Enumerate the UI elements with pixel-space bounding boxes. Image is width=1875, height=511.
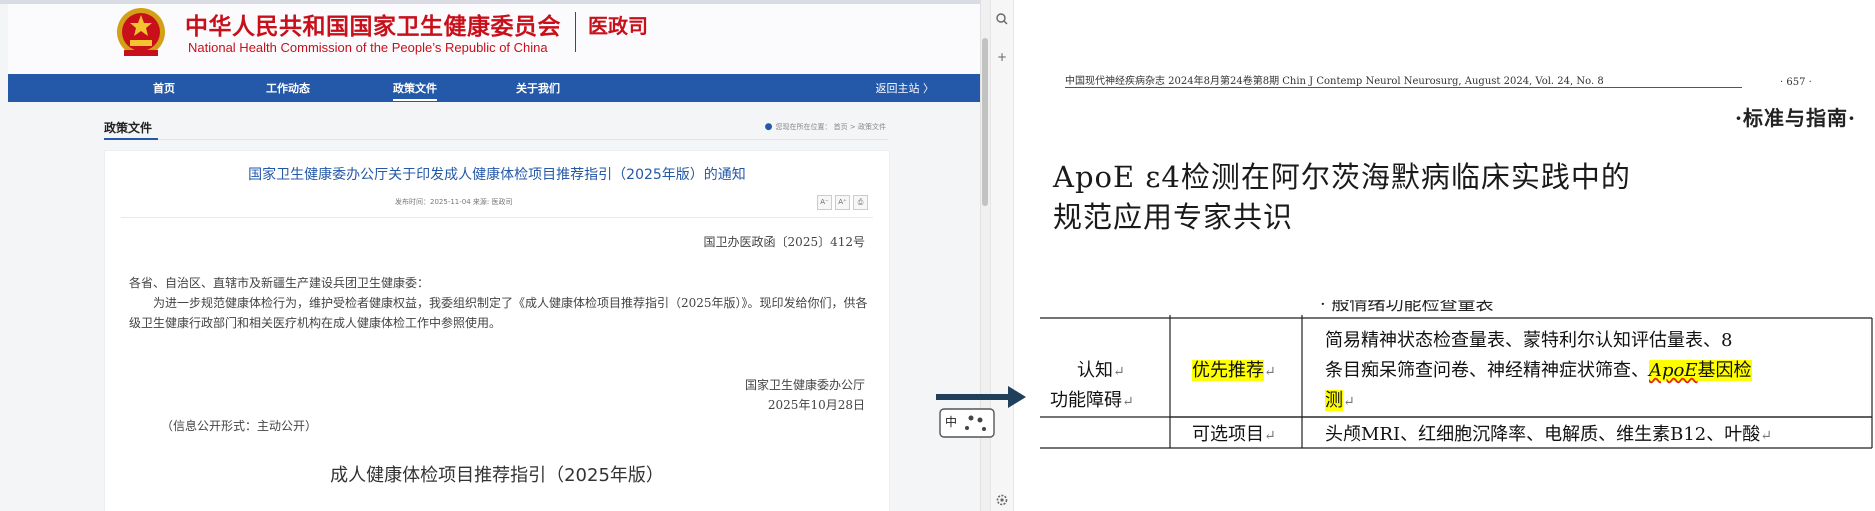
right-arrow-icon (936, 386, 1026, 408)
guide-title: 成人健康体检项目推荐指引（2025年版） (330, 465, 664, 486)
article-meta: 发布时间：2025-11-04 来源: 医政司 (395, 198, 513, 206)
document-title-line-2: 规范应用专家共识 (1053, 200, 1294, 234)
salutation: 各省、自治区、直辖市及新疆生产建设兵团卫生健康委： (129, 276, 430, 290)
signer-organization: 国家卫生健康委办公厅 (744, 378, 865, 392)
recommended-items-line-1: 简易精神状态检查量表、蒙特利尔认知评估量表、8 (1325, 330, 1733, 351)
document-category: ·标准与指南· (1735, 106, 1856, 130)
browser-page: 中华人民共和国国家卫生健康委员会 National Health Commiss… (0, 0, 990, 511)
scrollbar-thumb[interactable] (982, 38, 988, 206)
print-button[interactable]: ⎙ (853, 195, 868, 210)
document-title-line-1: ApoE ε4检测在阿尔茨海默病临床实践中的 (1053, 160, 1631, 194)
breadcrumb-text[interactable]: 您现在所在位置： 首页 > 政策文件 (775, 123, 886, 131)
optional-items: 头颅MRI、红细胞沉降率、电解质、维生素B12、叶酸↵ (1325, 424, 1772, 445)
main-nav: 首页 工作动态 政策文件 关于我们 返回主站 〉 (8, 74, 980, 102)
row-category-line-1: 认知↵ (1077, 360, 1125, 381)
nav-item-home[interactable]: 首页 (153, 80, 175, 96)
section-rule (104, 139, 888, 140)
ime-label: 中 (945, 414, 957, 429)
return-main-site-link[interactable]: 返回主站 〉 (876, 80, 935, 96)
gear-icon[interactable] (991, 493, 1013, 507)
site-name-cn: 中华人民共和国国家卫生健康委员会 (185, 13, 561, 40)
journal-running-header: 中国现代神经疾病杂志 2024年8月第24卷第8期 Chin J Contemp… (1065, 76, 1604, 87)
national-emblem-icon (117, 8, 165, 56)
disclosure-note: （信息公开形式：主动公开） (161, 419, 318, 433)
font-increase-button[interactable]: A⁺ (835, 195, 850, 210)
department-name: 医政司 (588, 14, 648, 38)
header-divider (575, 12, 576, 52)
section-underline (104, 138, 158, 140)
nav-item-policy[interactable]: 政策文件 (393, 80, 437, 101)
header-rule (1065, 87, 1742, 88)
article-title: 国家卫生健康委办公厅关于印发成人健康体检项目推荐指引（2025年版）的通知 (248, 167, 746, 183)
journal-document: 中国现代神经疾病杂志 2024年8月第24卷第8期 Chin J Contemp… (1040, 0, 1875, 511)
search-icon[interactable] (991, 12, 1013, 26)
recommended-items-line-3: 测↵ (1325, 390, 1355, 411)
meta-divider (121, 217, 873, 218)
page-number: · 657 · (1780, 77, 1812, 88)
site-name-en: National Health Commission of the People… (188, 40, 548, 55)
nav-item-work-news[interactable]: 工作动态 (266, 80, 310, 96)
recommended-label: 优先推荐↵ (1192, 360, 1276, 381)
recommended-items-line-2: 条目痴呆筛查问卷、神经精神症状筛查、ApoE基因检 (1325, 360, 1752, 381)
section-title: 政策文件 (104, 121, 153, 135)
article-card: 国家卫生健康委办公厅关于印发成人健康体检项目推荐指引（2025年版）的通知 发布… (104, 150, 890, 511)
ime-status-icon[interactable]: 中 (939, 408, 995, 438)
font-decrease-button[interactable]: A⁻ (817, 195, 832, 210)
site-header: 中华人民共和国国家卫生健康委员会 National Health Commiss… (8, 4, 980, 74)
row-category-line-2: 功能障碍↵ (1050, 390, 1134, 411)
breadcrumb: ● 您现在所在位置： 首页 > 政策文件 (765, 122, 886, 132)
sign-date: 2025年10月28日 (767, 398, 865, 412)
optional-label: 可选项目↵ (1192, 424, 1276, 445)
apoe-gene-term: ApoE (1649, 360, 1698, 381)
location-pin-icon: ● (764, 122, 773, 132)
plus-icon[interactable]: + (991, 50, 1013, 64)
body-paragraph: 为进一步规范健康体检行为，维护受检者健康权益，我委组织制定了《成人健康体检项目推… (129, 296, 868, 330)
nav-item-about[interactable]: 关于我们 (516, 80, 560, 96)
document-number: 国卫办医政函〔2025〕412号 (703, 235, 865, 249)
